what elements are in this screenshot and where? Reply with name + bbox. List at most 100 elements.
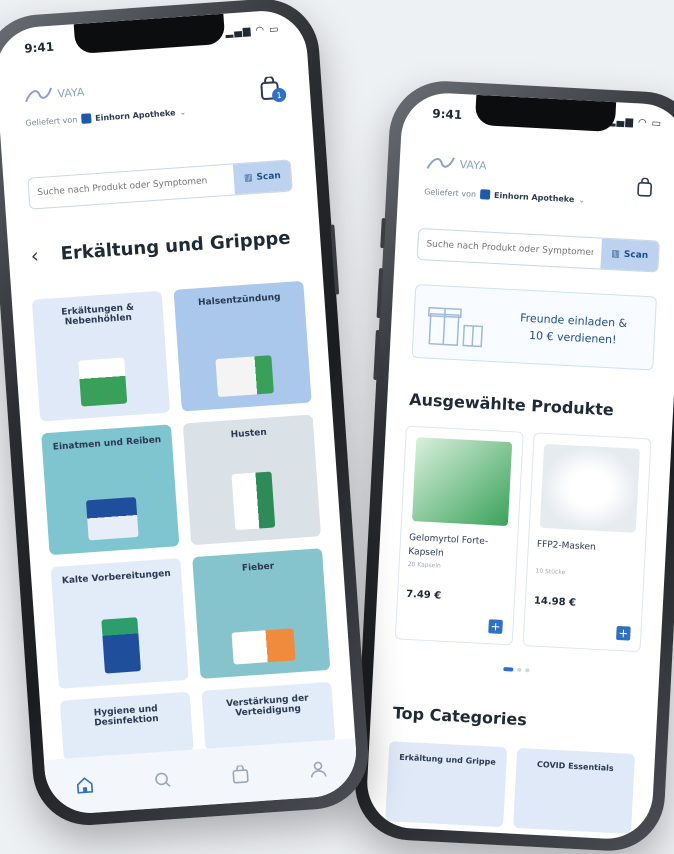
scan-label: Scan <box>623 249 649 262</box>
product-price: 7.49 € <box>405 588 442 602</box>
search-bar: ▥ Scan <box>27 159 293 210</box>
subcategory-label: Hygiene und Desinfektion <box>93 704 159 729</box>
add-to-cart-button[interactable]: + <box>488 619 503 634</box>
subcategory-label: Husten <box>230 427 268 441</box>
delivered-by: Geliefert von Einhorn Apotheke ⌄ <box>25 107 186 128</box>
featured-products-carousel[interactable]: Gelomyrtol Forte-Kapseln 20 Kapseln 7.49… <box>394 425 672 654</box>
subcategory-grid: Erkältungen & Nebenhöhlen Halsentzündung… <box>31 280 336 761</box>
tab-profile[interactable] <box>305 756 331 782</box>
product-card[interactable]: FFP2-Masken 10 Stücke 14.98 € + <box>522 432 652 653</box>
product-box-image <box>231 628 296 665</box>
subcategory-tile[interactable]: Halsentzündung <box>173 280 312 412</box>
subcategory-label: Halsentzündung <box>197 292 281 309</box>
side-button <box>373 329 380 381</box>
featured-products-title: Ausgewählte Produkte <box>408 389 615 420</box>
vaya-logo-icon <box>426 157 455 169</box>
pharmacy-selector[interactable]: Einhorn Apotheke <box>494 190 575 203</box>
search-bar: ▥ Scan <box>416 227 660 273</box>
tab-home[interactable] <box>72 772 98 798</box>
search-input[interactable] <box>418 239 602 259</box>
tab-search[interactable] <box>150 767 176 793</box>
product-pack-size: 10 Stücke <box>535 567 566 577</box>
product-box-image <box>215 355 274 398</box>
chevron-down-icon: ⌄ <box>578 194 586 205</box>
signal-wifi-battery-icon: ▂▄▆ ◠ ▭ <box>607 115 663 130</box>
product-image <box>411 437 513 527</box>
cart-button[interactable]: 1 <box>259 75 287 103</box>
scan-button[interactable]: ▥ Scan <box>233 160 292 195</box>
pagination-dot[interactable] <box>525 668 530 673</box>
category-title: Erkältung und Gripppe <box>59 227 292 265</box>
home-icon <box>76 777 94 794</box>
side-button <box>380 218 386 249</box>
cart-badge: 1 <box>271 87 287 103</box>
pagination-dot[interactable] <box>503 667 514 672</box>
category-header: ‹ Erkältung und Gripppe <box>30 225 301 268</box>
subcategory-label: Verstärkung der Verteidigung <box>225 693 309 719</box>
subcategory-tile[interactable]: Erkältungen & Nebenhöhlen <box>31 290 171 422</box>
vaya-logo-icon <box>25 87 53 103</box>
product-box-image <box>78 357 128 407</box>
product-pack-size: 20 Kapseln <box>407 560 441 570</box>
signal-wifi-battery-icon: ▂▄▆ ◠ ▭ <box>225 23 280 39</box>
product-name: Gelomyrtol Forte-Kapseln <box>408 532 489 559</box>
delivered-by-label: Geliefert von <box>424 186 477 199</box>
referral-banner[interactable]: Freunde einladen & 10 € verdienen! <box>411 283 658 371</box>
tab-cart[interactable] <box>228 762 254 788</box>
product-name: FFP2-Masken <box>536 539 596 553</box>
search-input[interactable] <box>29 174 235 199</box>
brand-logo: VAYA <box>23 82 85 106</box>
top-categories-title: Top Categories <box>392 703 528 730</box>
notch <box>73 13 226 55</box>
subcategory-tile[interactable]: Husten <box>182 414 322 546</box>
subcategory-label: Einatmen und Reiben <box>52 435 162 453</box>
logo-text: VAYA <box>459 157 487 172</box>
cart-icon <box>232 764 249 784</box>
subcategory-label: Erkältungen & Nebenhöhlen <box>61 302 135 328</box>
pharmacy-logo-icon <box>80 113 92 124</box>
brand-logo: VAYA <box>425 152 487 175</box>
subcategory-label: Fieber <box>241 561 275 574</box>
barcode-icon: ▥ <box>243 173 253 184</box>
profile-icon <box>311 761 327 778</box>
status-time: 9:41 <box>431 106 463 123</box>
back-arrow-icon[interactable]: ‹ <box>30 243 40 267</box>
pagination-dot[interactable] <box>517 667 522 672</box>
product-box-image <box>231 471 276 531</box>
search-icon <box>155 772 171 787</box>
pharmacy-selector[interactable]: Einhorn Apotheke <box>95 108 176 123</box>
chevron-down-icon: ⌄ <box>179 107 187 117</box>
logo-text: VAYA <box>57 85 85 100</box>
pharmacy-logo-icon <box>479 189 491 200</box>
screen-right: 9:41 ▂▄▆ ◠ ▭ VAYA Geliefert von Einhorn … <box>364 91 674 841</box>
add-to-cart-button[interactable]: + <box>616 625 631 641</box>
gift-icon <box>427 306 484 348</box>
product-card[interactable]: Gelomyrtol Forte-Kapseln 20 Kapseln 7.49… <box>394 425 524 646</box>
product-jar-image <box>85 497 139 541</box>
status-time: 9:41 <box>23 39 55 56</box>
subcategory-tile[interactable]: Fieber <box>192 548 331 679</box>
barcode-icon: ▥ <box>611 249 621 260</box>
referral-text: Freunde einladen & 10 € verdienen! <box>491 308 655 350</box>
shopping-bag-icon <box>637 177 653 197</box>
carousel-pagination <box>373 660 659 679</box>
product-price: 14.98 € <box>533 595 577 609</box>
product-image <box>539 443 641 533</box>
top-category-tile[interactable]: COVID Essentials <box>513 747 636 834</box>
scan-label: Scan <box>256 171 282 183</box>
phone-left: 9:41 ▂▄▆ ◠ ▭ VAYA 1 Geliefert von Einhor… <box>0 0 372 829</box>
subcategory-tile[interactable]: Kalte Vorbereitungen <box>50 558 189 689</box>
top-category-tile[interactable]: Erkältung und Grippe <box>385 741 508 828</box>
cart-button[interactable] <box>636 177 657 202</box>
side-button <box>330 224 340 295</box>
top-category-label: Erkältung und Grippe <box>399 752 496 767</box>
top-category-label: COVID Essentials <box>536 759 614 773</box>
scan-button[interactable]: ▥ Scan <box>600 238 659 272</box>
subcategory-label: Kalte Vorbereitungen <box>61 568 172 587</box>
side-button <box>376 267 384 319</box>
phone-right: 9:41 ▂▄▆ ◠ ▭ VAYA Geliefert von Einhorn … <box>352 78 674 854</box>
top-categories-row: Erkältung und Grippe COVID Essentials <box>385 741 655 835</box>
product-bottle-image <box>101 617 141 674</box>
subcategory-tile[interactable]: Einatmen und Reiben <box>41 424 180 556</box>
notch <box>474 94 617 133</box>
